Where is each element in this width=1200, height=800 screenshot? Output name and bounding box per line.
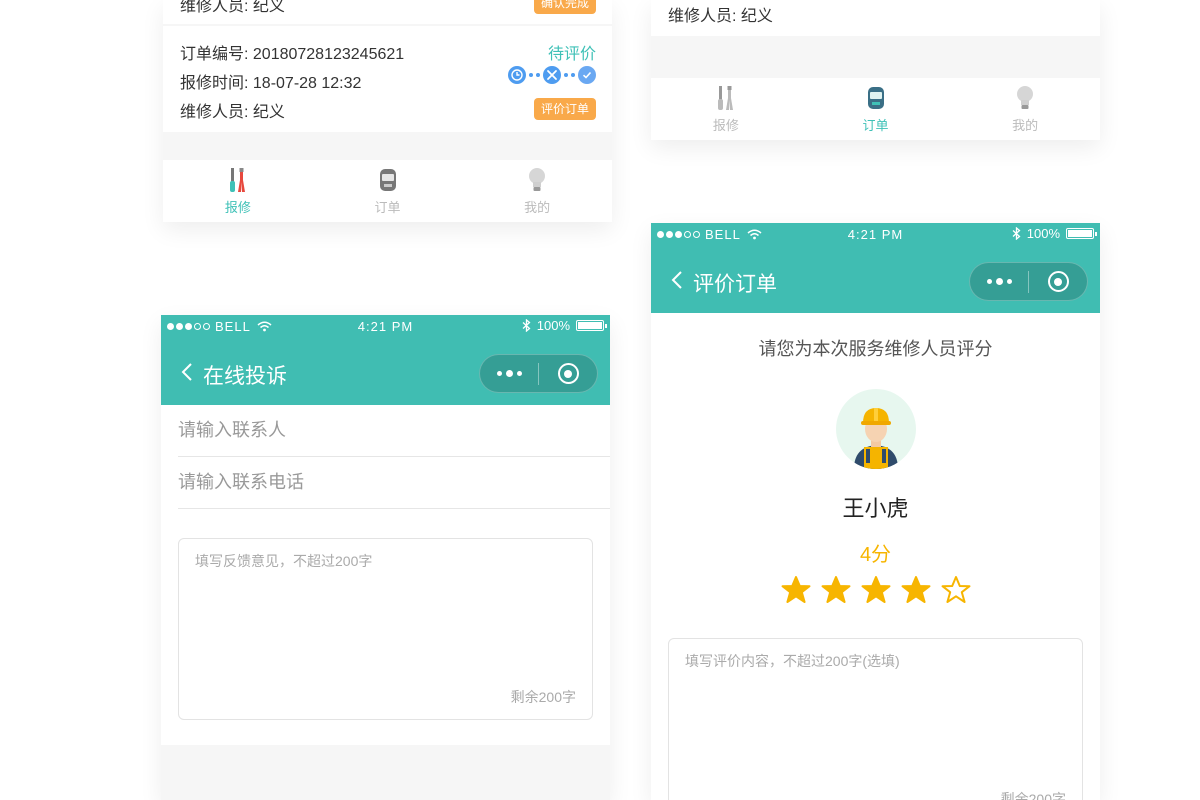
- star-rating[interactable]: [651, 575, 1100, 605]
- canvas: 维修人员: 纪义 确认完成 订单编号: 20180728123245621 待评…: [0, 0, 1200, 800]
- back-chevron-icon[interactable]: [181, 362, 193, 385]
- mini-program-capsule: [479, 354, 598, 393]
- phone-field: [178, 457, 610, 509]
- review-textarea[interactable]: [669, 639, 1082, 800]
- page-title: 评价订单: [693, 273, 777, 296]
- worker-avatar: [836, 389, 916, 469]
- bulb-icon: [529, 168, 546, 191]
- complaint-screen: BELL 4:21 PM 100% 在线投诉 请输入联系人 请输入联系电话 填写…: [161, 315, 610, 800]
- evaluation-body: 请您为本次服务维修人员评分 王小虎 4分 剩余200: [651, 313, 1100, 800]
- more-dots-icon[interactable]: [480, 370, 538, 377]
- close-circle-icon[interactable]: [1029, 271, 1087, 292]
- repair-tools-icon: [229, 168, 245, 192]
- review-box: 剩余200字: [668, 638, 1083, 800]
- tab-repair[interactable]: 报修: [651, 78, 801, 140]
- status-bar: BELL 4:21 PM 100%: [161, 315, 610, 337]
- tools-icon: [543, 66, 561, 84]
- order-list-screen-a: 维修人员: 纪义 确认完成 订单编号: 20180728123245621 待评…: [163, 0, 612, 222]
- star-filled-icon[interactable]: [861, 575, 891, 605]
- contact-input[interactable]: [178, 405, 610, 456]
- battery-icon: [1066, 228, 1097, 239]
- char-counter: 剩余200字: [1000, 791, 1066, 800]
- battery-percent: 100%: [536, 318, 570, 333]
- rating-prompt: 请您为本次服务维修人员评分: [758, 339, 993, 359]
- order-status-badge: 待评价: [547, 46, 596, 63]
- status-right: 100%: [522, 318, 607, 333]
- tab-repair-label: 报修: [224, 200, 251, 215]
- phone-input[interactable]: [178, 457, 610, 508]
- bluetooth-icon: [1012, 227, 1021, 240]
- tab-bar: 报修 订单 我的: [163, 160, 612, 222]
- complaint-form: 剩余200字: [161, 405, 610, 745]
- order-staff: 维修人员: 纪义: [180, 0, 285, 15]
- order-number: 订单编号: 20180728123245621: [180, 46, 405, 63]
- check-icon: [578, 66, 596, 84]
- tab-mine[interactable]: 我的: [462, 160, 612, 222]
- repair-tools-icon: [717, 86, 733, 110]
- mini-program-capsule: [969, 262, 1088, 301]
- order-progress: [508, 66, 596, 84]
- evaluation-screen: BELL 4:21 PM 100% 评价订单 请您为本次服务维修人员评分 王小虎…: [651, 223, 1100, 800]
- worker-avatar-icon: [854, 408, 898, 469]
- more-dots-icon[interactable]: [970, 278, 1028, 285]
- tab-bar: 报修 订单 我的: [651, 78, 1100, 140]
- battery-percent: 100%: [1026, 226, 1060, 241]
- bulb-icon: [1017, 86, 1034, 109]
- tab-mine-label: 我的: [524, 200, 551, 215]
- nav-bar: 在线投诉: [161, 337, 610, 405]
- order-card-partial[interactable]: 维修人员: 纪义: [651, 0, 1100, 36]
- score-text: 4分: [859, 544, 892, 566]
- tab-mine-label: 我的: [1012, 118, 1039, 133]
- status-bar: BELL 4:21 PM 100%: [651, 223, 1100, 245]
- star-filled-icon[interactable]: [821, 575, 851, 605]
- tab-repair-label: 报修: [712, 118, 739, 133]
- star-filled-icon[interactable]: [901, 575, 931, 605]
- char-counter: 剩余200字: [510, 689, 576, 705]
- back-chevron-icon[interactable]: [671, 270, 683, 293]
- evaluate-order-button[interactable]: 评价订单: [533, 98, 596, 120]
- bluetooth-icon: [522, 319, 531, 332]
- close-circle-icon[interactable]: [539, 363, 597, 384]
- tab-mine[interactable]: 我的: [950, 78, 1100, 140]
- feedback-box: 剩余200字: [178, 538, 593, 720]
- tab-repair[interactable]: 报修: [163, 160, 313, 222]
- confirm-complete-button[interactable]: 确认完成: [533, 0, 596, 14]
- tab-orders-label: 订单: [374, 200, 401, 215]
- order-time: 报修时间: 18-07-28 12:32: [180, 75, 362, 92]
- status-right: 100%: [1012, 226, 1097, 241]
- battery-icon: [576, 320, 607, 331]
- tab-orders[interactable]: 订单: [313, 160, 463, 222]
- contact-field: [178, 405, 610, 457]
- order-staff: 维修人员: 纪义: [668, 8, 773, 25]
- tab-orders[interactable]: 订单: [801, 78, 951, 140]
- order-list-screen-b: 维修人员: 纪义 报修 订单 我的: [651, 0, 1100, 140]
- clock-icon: [508, 66, 526, 84]
- order-card-partial[interactable]: 维修人员: 纪义 确认完成: [163, 0, 612, 24]
- meter-icon: [867, 87, 884, 109]
- nav-bar: 评价订单: [651, 245, 1100, 313]
- tab-orders-label: 订单: [862, 118, 889, 133]
- star-filled-icon[interactable]: [781, 575, 811, 605]
- order-card[interactable]: 订单编号: 20180728123245621 待评价 报修时间: 18-07-…: [163, 26, 612, 132]
- star-empty-icon[interactable]: [941, 575, 971, 605]
- order-staff: 维修人员: 纪义: [180, 104, 285, 121]
- worker-name: 王小虎: [842, 496, 909, 521]
- page-title: 在线投诉: [203, 365, 287, 388]
- meter-icon: [379, 169, 396, 191]
